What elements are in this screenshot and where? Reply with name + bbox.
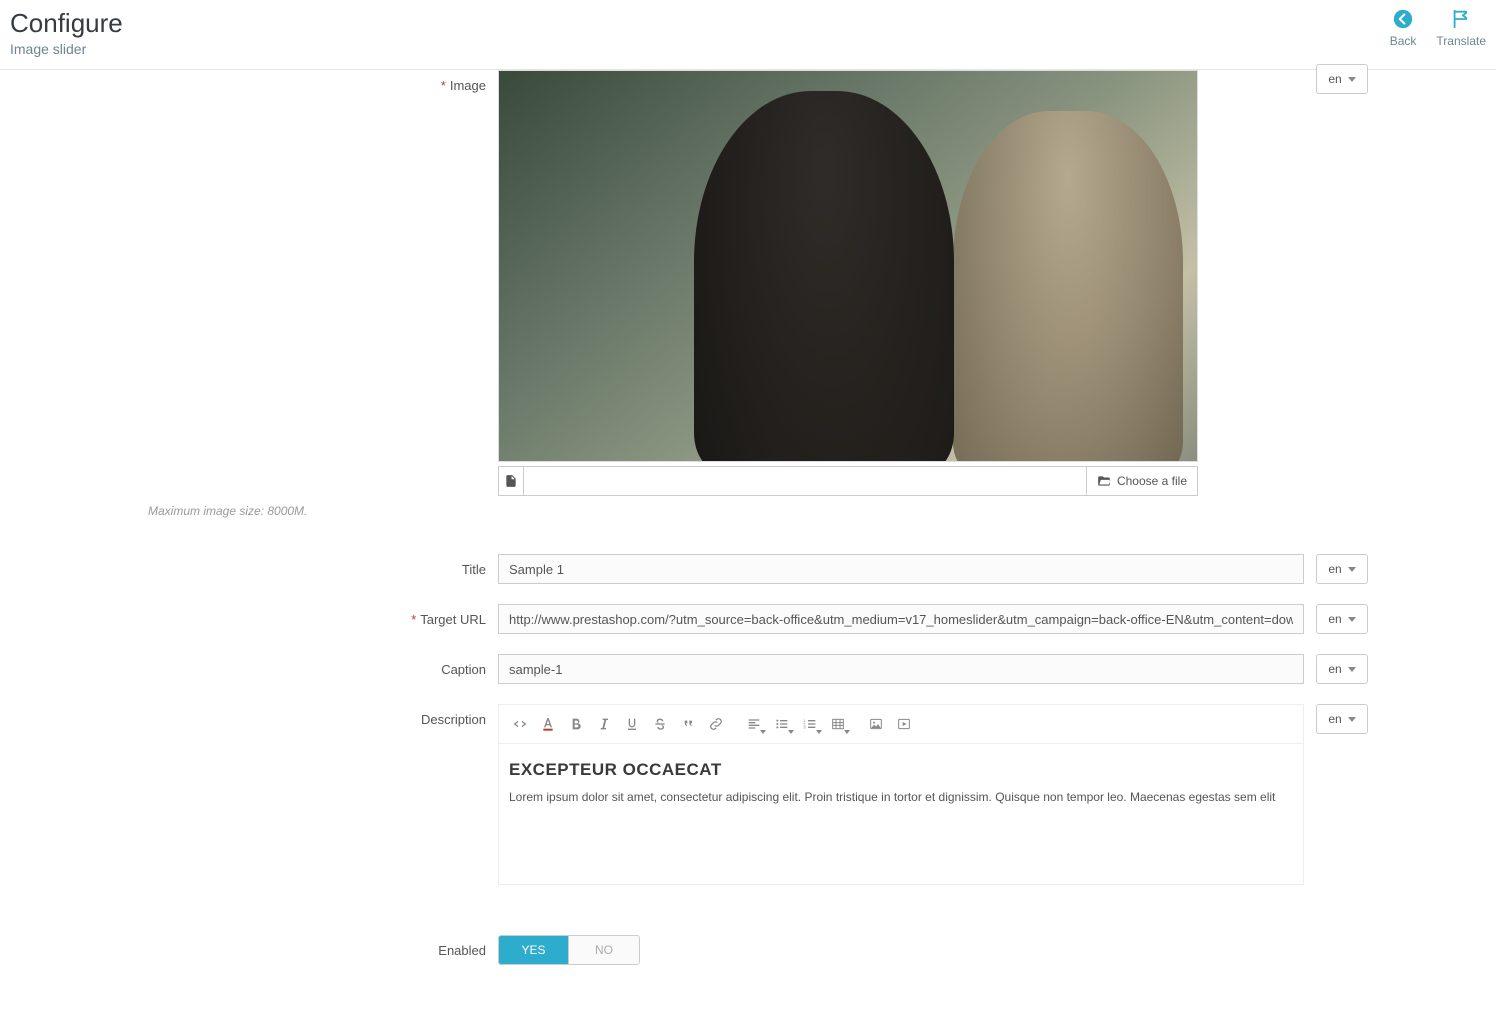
- lang-select-image[interactable]: en: [1316, 64, 1368, 94]
- row-image-hint: Maximum image size: 8000M.: [128, 504, 1368, 518]
- lang-select-title[interactable]: en: [1316, 554, 1368, 584]
- label-caption: Caption: [128, 654, 498, 677]
- svg-text:3: 3: [803, 725, 806, 730]
- enabled-switch[interactable]: YES NO: [498, 935, 640, 965]
- enabled-no[interactable]: NO: [569, 936, 639, 964]
- row-enabled: Enabled YES NO: [128, 935, 1368, 965]
- rte-link-icon[interactable]: [703, 711, 729, 737]
- lang-value: en: [1328, 612, 1341, 626]
- page-subtitle: Image slider: [10, 41, 123, 57]
- lang-value: en: [1328, 712, 1341, 726]
- row-caption: Caption en: [128, 654, 1368, 684]
- back-button[interactable]: Back: [1390, 8, 1417, 48]
- image-preview: [498, 70, 1198, 462]
- image-size-hint: Maximum image size: 8000M.: [148, 504, 307, 518]
- rte-number-list-icon[interactable]: 123: [797, 711, 823, 737]
- caret-icon: [1348, 567, 1356, 572]
- back-label: Back: [1390, 34, 1417, 48]
- form: *Image Choose a file: [108, 70, 1388, 1005]
- rte-content[interactable]: EXCEPTEUR OCCAECAT Lorem ipsum dolor sit…: [499, 744, 1303, 884]
- rte-italic-icon[interactable]: [591, 711, 617, 737]
- lang-select-caption[interactable]: en: [1316, 654, 1368, 684]
- label-target-url: *Target URL: [128, 604, 498, 627]
- folder-open-icon: [1097, 474, 1111, 488]
- row-image: *Image Choose a file: [128, 70, 1368, 496]
- lang-value: en: [1328, 662, 1341, 676]
- flag-icon: [1448, 8, 1474, 30]
- rte-bold-icon[interactable]: [563, 711, 589, 737]
- description-body: Lorem ipsum dolor sit amet, consectetur …: [509, 790, 1293, 804]
- caret-icon: [1348, 717, 1356, 722]
- file-icon: [498, 466, 524, 496]
- rte-underline-icon[interactable]: [619, 711, 645, 737]
- rte-text-color-icon[interactable]: [535, 711, 561, 737]
- rte-align-icon[interactable]: [741, 711, 767, 737]
- lang-select-description[interactable]: en: [1316, 704, 1368, 734]
- rte-video-icon[interactable]: [891, 711, 917, 737]
- choose-file-label: Choose a file: [1117, 474, 1187, 488]
- caret-icon: [1348, 667, 1356, 672]
- page-header: Configure Image slider Back Translate: [0, 0, 1496, 70]
- rich-text-editor: 123 EXCEPTEUR OCCAECAT Lorem ipsum dolor…: [498, 704, 1304, 885]
- enabled-yes[interactable]: YES: [499, 936, 569, 964]
- lang-value: en: [1328, 562, 1341, 576]
- page-title-block: Configure Image slider: [10, 8, 123, 57]
- rte-blockquote-icon[interactable]: [675, 711, 701, 737]
- row-title: Title en: [128, 554, 1368, 584]
- rte-strikethrough-icon[interactable]: [647, 711, 673, 737]
- translate-button[interactable]: Translate: [1436, 8, 1486, 48]
- caret-icon: [1348, 77, 1356, 82]
- label-description: Description: [128, 704, 498, 727]
- caption-input[interactable]: [498, 654, 1304, 684]
- page-actions: Back Translate: [1390, 8, 1486, 48]
- back-icon: [1390, 8, 1416, 30]
- caret-icon: [1348, 617, 1356, 622]
- target-url-input[interactable]: [498, 604, 1304, 634]
- lang-select-url[interactable]: en: [1316, 604, 1368, 634]
- choose-file-button[interactable]: Choose a file: [1086, 466, 1198, 496]
- file-path-input[interactable]: [524, 466, 1086, 496]
- label-image: *Image: [128, 70, 498, 93]
- translate-label: Translate: [1436, 34, 1486, 48]
- description-heading: EXCEPTEUR OCCAECAT: [509, 760, 1293, 780]
- title-input[interactable]: [498, 554, 1304, 584]
- rte-source-code-icon[interactable]: [507, 711, 533, 737]
- label-enabled: Enabled: [128, 935, 498, 958]
- rte-image-icon[interactable]: [863, 711, 889, 737]
- row-description: Description 1: [128, 704, 1368, 885]
- file-input: Choose a file: [498, 466, 1198, 496]
- rte-bullet-list-icon[interactable]: [769, 711, 795, 737]
- rte-toolbar: 123: [499, 705, 1303, 744]
- page-title: Configure: [10, 8, 123, 39]
- lang-value: en: [1328, 72, 1341, 86]
- row-target-url: *Target URL en: [128, 604, 1368, 634]
- rte-table-icon[interactable]: [825, 711, 851, 737]
- label-title: Title: [128, 554, 498, 577]
